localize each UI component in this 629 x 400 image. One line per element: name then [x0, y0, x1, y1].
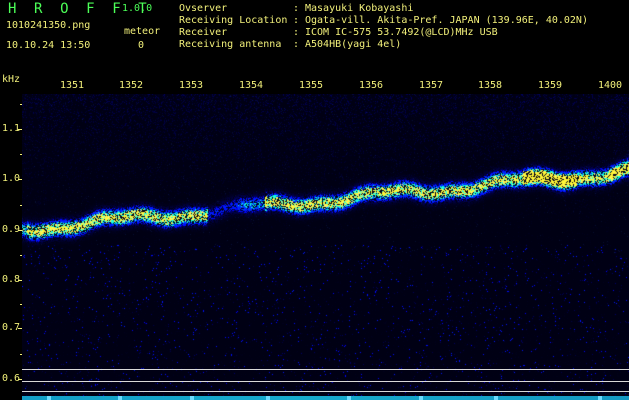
- time-tick-label-1352: 1352: [119, 80, 144, 91]
- antenna-label: Receiving antenna: [179, 39, 282, 50]
- receiver-row: Receiver : ICOM IC-575 53.7492(@LCD)MHz …: [179, 27, 629, 39]
- header-panel: H R O F F T 1.0.0 1010241350.png meteor …: [0, 0, 629, 78]
- frequency-major-tick: [18, 328, 22, 329]
- time-tick-label-1351: 1351: [60, 80, 85, 91]
- receiver-label: Receiver: [179, 27, 228, 38]
- time-tick-label-1353: 1353: [179, 80, 204, 91]
- time-tick-label-1356: 1356: [359, 80, 384, 91]
- frequency-unit-label: kHz: [2, 74, 21, 85]
- frequency-minor-tick: [20, 304, 22, 305]
- frequency-major-tick: [18, 280, 22, 281]
- bottom-strip-marker: [494, 396, 498, 400]
- frequency-minor-tick: [20, 205, 22, 206]
- meteor-count: 0: [138, 40, 145, 51]
- observer-row: Ovserver : Masayuki Kobayashi: [179, 3, 629, 15]
- bottom-strip-marker: [347, 396, 351, 400]
- antenna-colon: :: [293, 39, 300, 50]
- spectrogram-plot: [22, 94, 629, 400]
- receiver-value: ICOM IC-575 53.7492(@LCD)MHz USB: [305, 27, 498, 38]
- bottom-signal-strip: [22, 396, 629, 400]
- bottom-strip-marker: [266, 396, 270, 400]
- antenna-value: A504HB(yagi 4el): [305, 39, 402, 50]
- bottom-strip-marker: [419, 396, 423, 400]
- location-value: Ogata-vill. Akita-Pref. JAPAN (139.96E, …: [305, 15, 588, 26]
- frequency-major-tick: [18, 129, 22, 130]
- bottom-strip-marker: [190, 396, 194, 400]
- receiver-colon: :: [293, 27, 300, 38]
- meteor-label: meteor: [124, 26, 161, 37]
- frequency-minor-tick: [20, 154, 22, 155]
- frequency-major-tick: [18, 179, 22, 180]
- location-label: Receiving Location: [179, 15, 288, 26]
- time-tick-label-1400: 1400: [598, 80, 623, 91]
- location-colon: :: [293, 15, 300, 26]
- image-filename: 1010241350.png: [6, 20, 91, 31]
- time-tick-label-1358: 1358: [478, 80, 503, 91]
- location-row: Receiving Location : Ogata-vill. Akita-P…: [179, 15, 629, 27]
- time-tick-label-1355: 1355: [299, 80, 324, 91]
- observer-value: Masayuki Kobayashi: [305, 3, 414, 14]
- station-info: Ovserver : Masayuki Kobayashi Receiving …: [179, 3, 629, 51]
- time-tick-label-1359: 1359: [538, 80, 563, 91]
- capture-datetime: 10.10.24 13:50: [6, 40, 91, 51]
- frequency-minor-tick: [20, 354, 22, 355]
- frequency-minor-tick: [20, 104, 22, 105]
- frequency-minor-tick: [20, 255, 22, 256]
- frequency-major-tick: [18, 379, 22, 380]
- app-version: 1.0.0: [122, 3, 153, 14]
- reference-line-middle: [22, 381, 629, 382]
- reference-line-lower: [22, 391, 629, 392]
- observer-label: Ovserver: [179, 3, 228, 14]
- time-tick-label-1357: 1357: [419, 80, 444, 91]
- frequency-major-tick: [18, 230, 22, 231]
- spectrogram-canvas: [22, 94, 629, 400]
- antenna-row: Receiving antenna : A504HB(yagi 4el): [179, 39, 629, 51]
- bottom-strip-marker: [47, 396, 51, 400]
- reference-line-upper: [22, 369, 629, 370]
- time-tick-label-1354: 1354: [239, 80, 264, 91]
- observer-colon: :: [293, 3, 300, 14]
- bottom-strip-marker: [118, 396, 122, 400]
- bottom-strip-marker: [598, 396, 602, 400]
